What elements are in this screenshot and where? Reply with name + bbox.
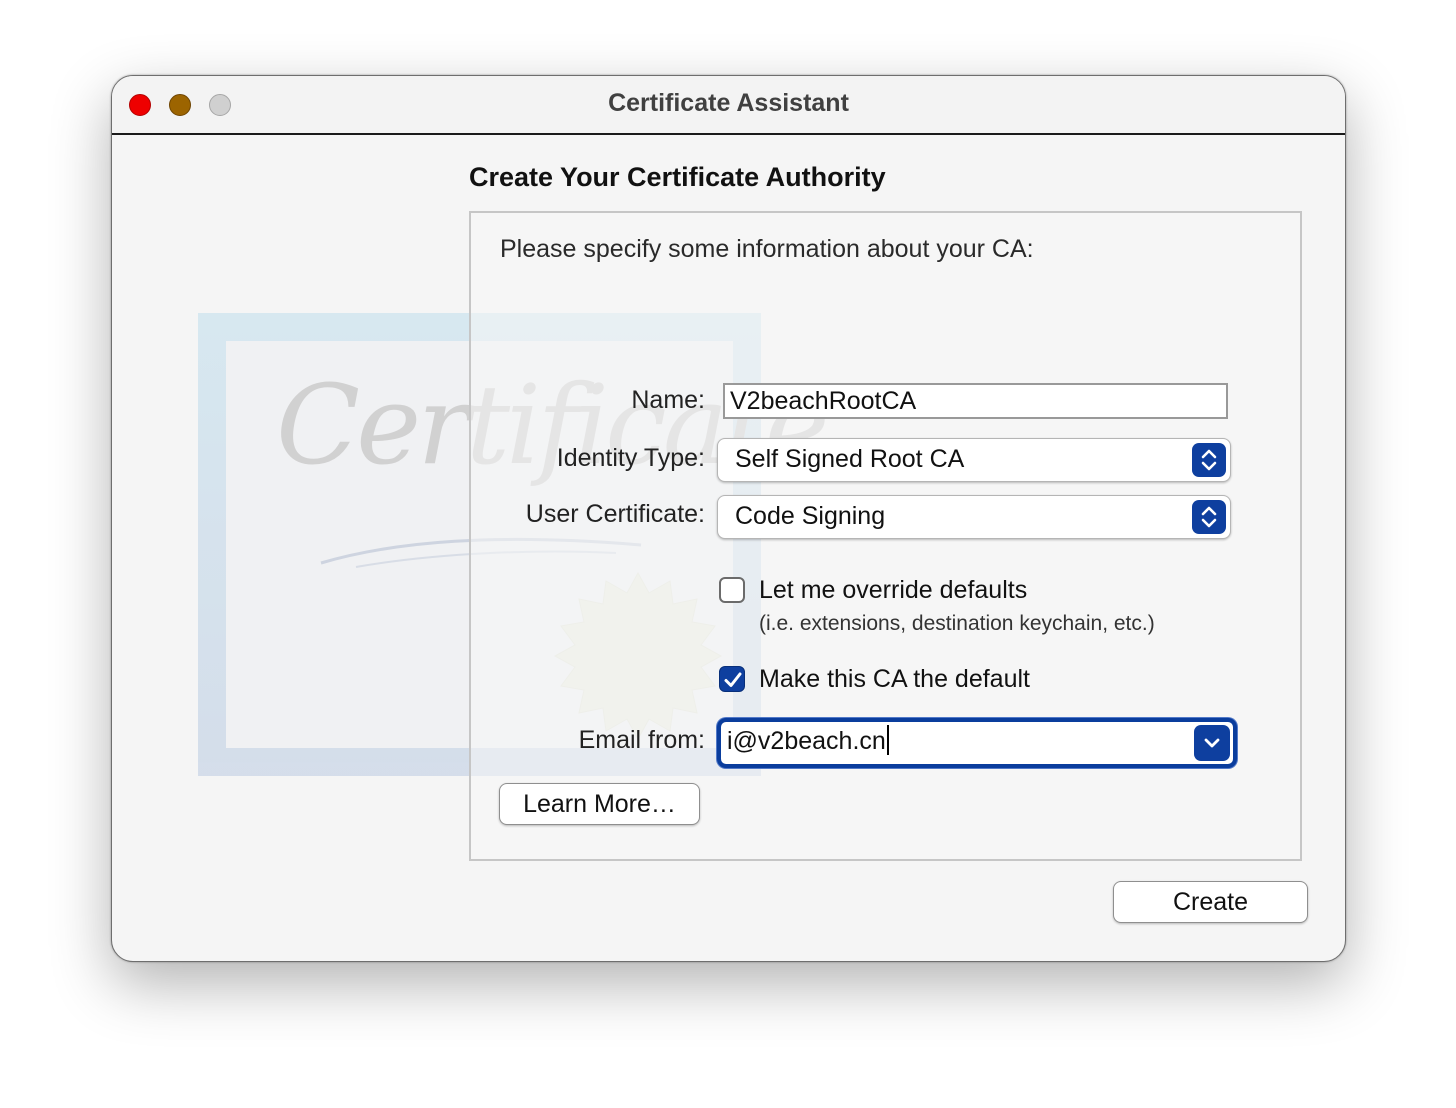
name-label: Name: [631,386,705,414]
user-certificate-popup[interactable]: Code Signing [717,495,1231,539]
checkmark-icon [724,672,742,687]
chevron-up-down-icon [1192,500,1226,534]
text-caret [886,725,889,755]
create-button[interactable]: Create [1113,881,1308,923]
override-defaults-label[interactable]: Let me override defaults [759,576,1027,605]
learn-more-button[interactable]: Learn More… [499,783,700,825]
name-field[interactable]: V2beachRootCA [723,383,1228,419]
email-from-input[interactable]: i@v2beach.cn [727,725,889,756]
make-default-ca-label[interactable]: Make this CA the default [759,665,1030,694]
override-defaults-hint: (i.e. extensions, destination keychain, … [759,612,1155,635]
user-certificate-value: Code Signing [735,502,886,530]
chevron-down-icon[interactable] [1194,725,1230,761]
identity-type-value: Self Signed Root CA [735,445,965,473]
identity-type-label: Identity Type: [556,444,705,472]
user-certificate-label: User Certificate: [525,500,705,528]
page-heading: Create Your Certificate Authority [469,162,886,192]
email-from-combobox[interactable]: i@v2beach.cn [717,718,1237,768]
instructions-text: Please specify some information about yo… [500,235,1034,263]
window-title: Certificate Assistant [608,89,849,117]
title-bar[interactable]: Certificate Assistant [112,76,1345,135]
make-default-ca-checkbox[interactable] [719,666,745,692]
email-from-value: i@v2beach.cn [727,727,886,755]
email-from-label: Email from: [578,726,705,754]
identity-type-popup[interactable]: Self Signed Root CA [717,438,1231,482]
chevron-up-down-icon [1192,443,1226,477]
certificate-assistant-window: Certificate Assistant Certificate Create… [111,75,1346,962]
override-defaults-checkbox[interactable] [719,577,745,603]
